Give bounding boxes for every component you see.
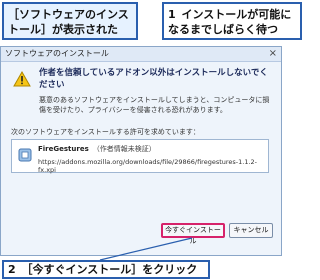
software-install-dialog: ソフトウェアのインストール × 作者を信頼しているアドオン以外はインストールしな…: [0, 46, 282, 256]
step-2-text: ［今すぐインストール］をクリック: [21, 263, 198, 276]
callout-step-2: 2 ［今すぐインストール］をクリック: [2, 260, 210, 279]
dialog-description: 悪意のあるソフトウェアをインストールしてしまうと、コンピュータに損傷を受けたり、…: [39, 96, 270, 114]
addon-icon: [18, 148, 32, 162]
callout-dialog-shown: ［ソフトウェアのインストール］が表示された: [2, 2, 138, 40]
addon-list-item: FireGestures （作者情報未検証） https://addons.moz…: [11, 139, 269, 174]
close-button[interactable]: ×: [269, 47, 277, 60]
addon-unverified-label: （作者情報未検証）: [92, 145, 156, 153]
warning-icon: [13, 71, 31, 87]
addon-name-row: FireGestures （作者情報未検証）: [38, 144, 156, 154]
cancel-button[interactable]: キャンセル: [229, 223, 273, 238]
dialog-title: ソフトウェアのインストール: [5, 49, 109, 58]
step-1-text: インストールが可能になるまでしばらく待つ: [168, 8, 292, 36]
install-now-button[interactable]: 今すぐインストール: [161, 223, 225, 245]
step-1-number: 1: [168, 8, 176, 21]
callout-step-1: 1 インストールが可能になるまでしばらく待つ: [162, 2, 302, 40]
callout-dialog-shown-text: ［ソフトウェアのインストール］が表示された: [8, 8, 129, 36]
step-2-number: 2: [8, 263, 16, 276]
addon-url: https://addons.mozilla.org/downloads/fil…: [38, 158, 258, 174]
permission-request-text: 次のソフトウェアをインストールする許可を求めています：: [11, 128, 200, 136]
dialog-titlebar: ソフトウェアのインストール ×: [1, 47, 281, 62]
addon-name: FireGestures: [38, 145, 89, 153]
dialog-heading: 作者を信頼しているアドオン以外はインストールしないでください: [39, 68, 268, 90]
